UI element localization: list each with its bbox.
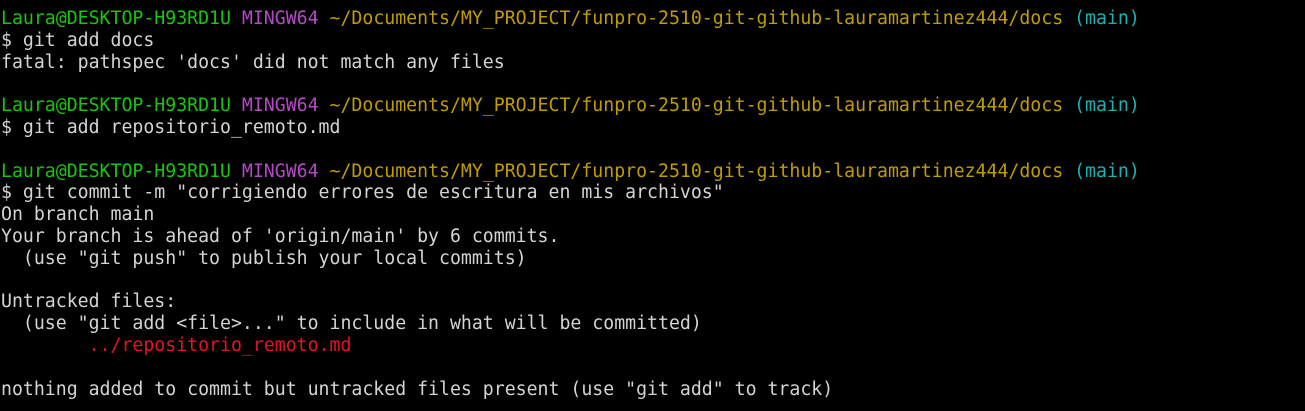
prompt-line: Laura@DESKTOP-H93RD1U MINGW64 ~/Document… <box>1 95 1305 117</box>
prompt-path: ~/Documents/MY_PROJECT/funpro-2510-git-g… <box>329 95 1064 117</box>
command-line: $ git add docs <box>1 30 1305 52</box>
terminal-window[interactable]: Laura@DESKTOP-H93RD1U MINGW64 ~/Document… <box>0 0 1305 411</box>
command-text: git commit -m "corrigiendo errores de es… <box>22 182 724 204</box>
prompt-line: Laura@DESKTOP-H93RD1U MINGW64 ~/Document… <box>1 161 1305 183</box>
prompt-env: MINGW64 <box>241 95 319 117</box>
output-line: nothing added to commit but untracked fi… <box>1 378 834 400</box>
prompt-path: ~/Documents/MY_PROJECT/funpro-2510-git-g… <box>329 160 1064 182</box>
prompt-symbol: $ <box>1 29 12 51</box>
untracked-indent <box>1 335 89 356</box>
output-line: (use "git add <file>..." to include in w… <box>1 313 702 335</box>
output-line: On branch main <box>1 204 155 226</box>
prompt-path: ~/Documents/MY_PROJECT/funpro-2510-git-g… <box>329 8 1064 29</box>
prompt-env: MINGW64 <box>241 8 319 29</box>
command-text: git add repositorio_remoto.md <box>22 116 341 138</box>
prompt-branch: (main) <box>1074 160 1140 182</box>
prompt-user-host: Laura@DESKTOP-H93RD1U <box>1 95 231 117</box>
untracked-file-line: ../repositorio_remoto.md <box>1 335 1305 357</box>
output-line: Your branch is ahead of 'origin/main' by… <box>1 225 560 247</box>
prompt-env: MINGW64 <box>241 160 319 182</box>
prompt-symbol: $ <box>1 116 12 138</box>
prompt-branch: (main) <box>1074 8 1140 29</box>
command-line: $ git commit -m "corrigiendo errores de … <box>1 182 1305 204</box>
prompt-branch: (main) <box>1074 95 1140 117</box>
command-text: git add docs <box>22 29 155 51</box>
prompt-user-host: Laura@DESKTOP-H93RD1U <box>1 160 231 182</box>
command-line: $ git add repositorio_remoto.md <box>1 117 1305 139</box>
prompt-symbol: $ <box>1 182 12 204</box>
prompt-user-host: Laura@DESKTOP-H93RD1U <box>1 8 231 29</box>
untracked-file: ../repositorio_remoto.md <box>88 334 352 356</box>
output-line: Untracked files: <box>1 291 177 313</box>
output-line: (use "git push" to publish your local co… <box>1 247 527 269</box>
prompt-line: Laura@DESKTOP-H93RD1U MINGW64 ~/Document… <box>1 8 1305 30</box>
output-line: fatal: pathspec 'docs' did not match any… <box>1 51 505 73</box>
